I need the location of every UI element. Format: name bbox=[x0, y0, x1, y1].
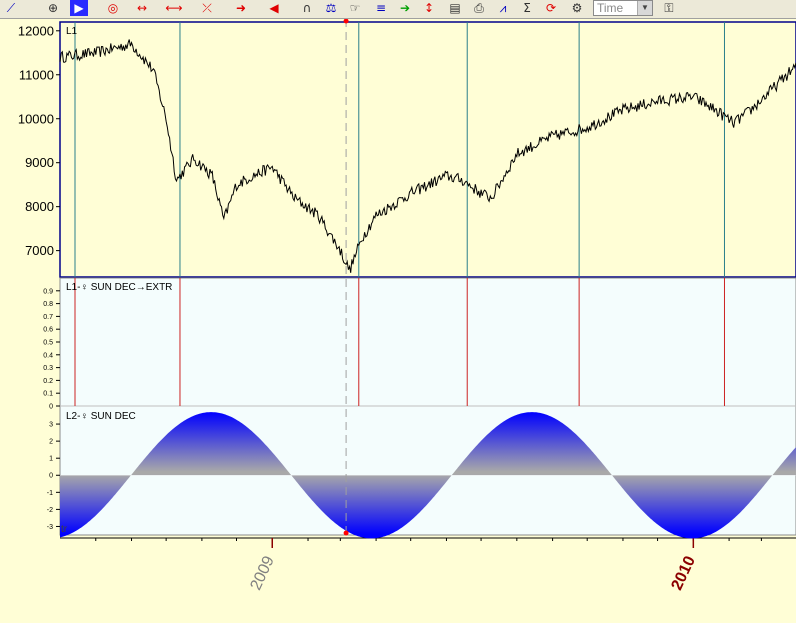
price-axis-tick-label: 7000 bbox=[25, 243, 54, 258]
time-select[interactable]: Time ▼ bbox=[593, 0, 653, 16]
refresh-icon[interactable]: ⟳ bbox=[542, 0, 560, 16]
document-icon[interactable]: ▤ bbox=[446, 0, 464, 16]
wave-axis-tick-label: 0 bbox=[49, 473, 53, 480]
lock-icon[interactable]: ⚿ bbox=[660, 0, 678, 16]
price-axis-label: L1 bbox=[66, 26, 78, 37]
compress-icon[interactable]: ⤫ bbox=[195, 0, 219, 16]
event-axis-tick-label: 0 bbox=[49, 403, 53, 410]
arrow-updown-icon[interactable]: ↕ bbox=[420, 0, 438, 16]
chevron-down-icon[interactable]: ▼ bbox=[637, 1, 652, 15]
line-draw-icon[interactable]: ⟋ bbox=[2, 0, 20, 16]
x-year-label: 2009 bbox=[247, 553, 277, 593]
wave-axis-tick-label: 2 bbox=[49, 439, 53, 446]
cursor-marker-bottom bbox=[343, 530, 349, 536]
event-axis-tick-label: 0.6 bbox=[43, 327, 53, 334]
balance-icon[interactable]: ⚖ bbox=[322, 0, 340, 16]
sigma-icon[interactable]: Σ bbox=[518, 0, 536, 16]
price-axis-tick-label: 10000 bbox=[18, 111, 54, 126]
wave-axis-label: L2-♀ SUN DEC bbox=[66, 411, 136, 422]
chart-icon[interactable]: ⩘ bbox=[494, 0, 512, 16]
arrow-right-icon[interactable]: ➜ bbox=[232, 0, 250, 16]
arcs-icon[interactable]: ∩ bbox=[298, 0, 316, 16]
zoom-in-icon[interactable]: ⊕ bbox=[44, 0, 62, 16]
event-axis-tick-label: 0.3 bbox=[43, 365, 53, 372]
event-axis-tick-label: 0.5 bbox=[43, 339, 53, 346]
tools-icon[interactable]: ⚙ bbox=[568, 0, 586, 16]
price-axis-tick-label: 12000 bbox=[18, 23, 54, 38]
wave-axis-tick-label: -1 bbox=[47, 490, 53, 497]
event-axis-tick-label: 0.7 bbox=[43, 314, 53, 321]
wave-axis-tick-label: -3 bbox=[47, 524, 53, 531]
event-axis-tick-label: 0.8 bbox=[43, 301, 53, 308]
price-axis-tick-label: 8000 bbox=[25, 199, 54, 214]
wave-axis-tick-label: 1 bbox=[49, 456, 53, 463]
wave-axis-tick-label: 3 bbox=[49, 422, 53, 429]
event-axis-tick-label: 0.2 bbox=[43, 378, 53, 385]
arrow-green-icon[interactable]: ➔ bbox=[396, 0, 414, 16]
arrow-left-icon[interactable]: ◀ bbox=[265, 0, 283, 16]
hand-icon[interactable]: ☞ bbox=[346, 0, 364, 16]
range-select-icon[interactable]: ▶ bbox=[70, 0, 88, 16]
event-axis-tick-label: 0.1 bbox=[43, 391, 53, 398]
time-select-label: Time bbox=[597, 1, 624, 15]
wave-axis-tick-label: -2 bbox=[47, 507, 53, 514]
x-year-label: 2010 bbox=[669, 553, 699, 593]
chart-area: 7000 8000 9000 10000 11000 12000 L1 0 0.1 0.2 0.3 0… bbox=[18, 19, 796, 593]
event-axis-tick-label: 0.9 bbox=[43, 288, 53, 295]
lines-icon[interactable]: ≡ bbox=[372, 0, 390, 16]
expand-icon[interactable]: ⟷ bbox=[162, 0, 186, 16]
event-axis-tick-label: 0.4 bbox=[43, 352, 53, 359]
price-axis-tick-label: 9000 bbox=[25, 155, 54, 170]
toolbar: ⟋ ⊕ ▶ ◎ ↔ ⟷ ⤫ ➜ ◀ ∩ ⚖ ☞ ≡ ➔ ↕ ▤ ⎙ ⩘ Σ ⟳ … bbox=[0, 0, 796, 19]
price-axis-tick-label: 11000 bbox=[19, 67, 54, 82]
event-axis-label: L1-♀ SUN DEC→EXTR bbox=[66, 282, 172, 293]
target-zoom-icon[interactable]: ◎ bbox=[104, 0, 122, 16]
print-icon[interactable]: ⎙ bbox=[470, 0, 488, 16]
bottom-label: tr bbox=[61, 524, 68, 535]
stretch-icon[interactable]: ↔ bbox=[130, 0, 154, 16]
